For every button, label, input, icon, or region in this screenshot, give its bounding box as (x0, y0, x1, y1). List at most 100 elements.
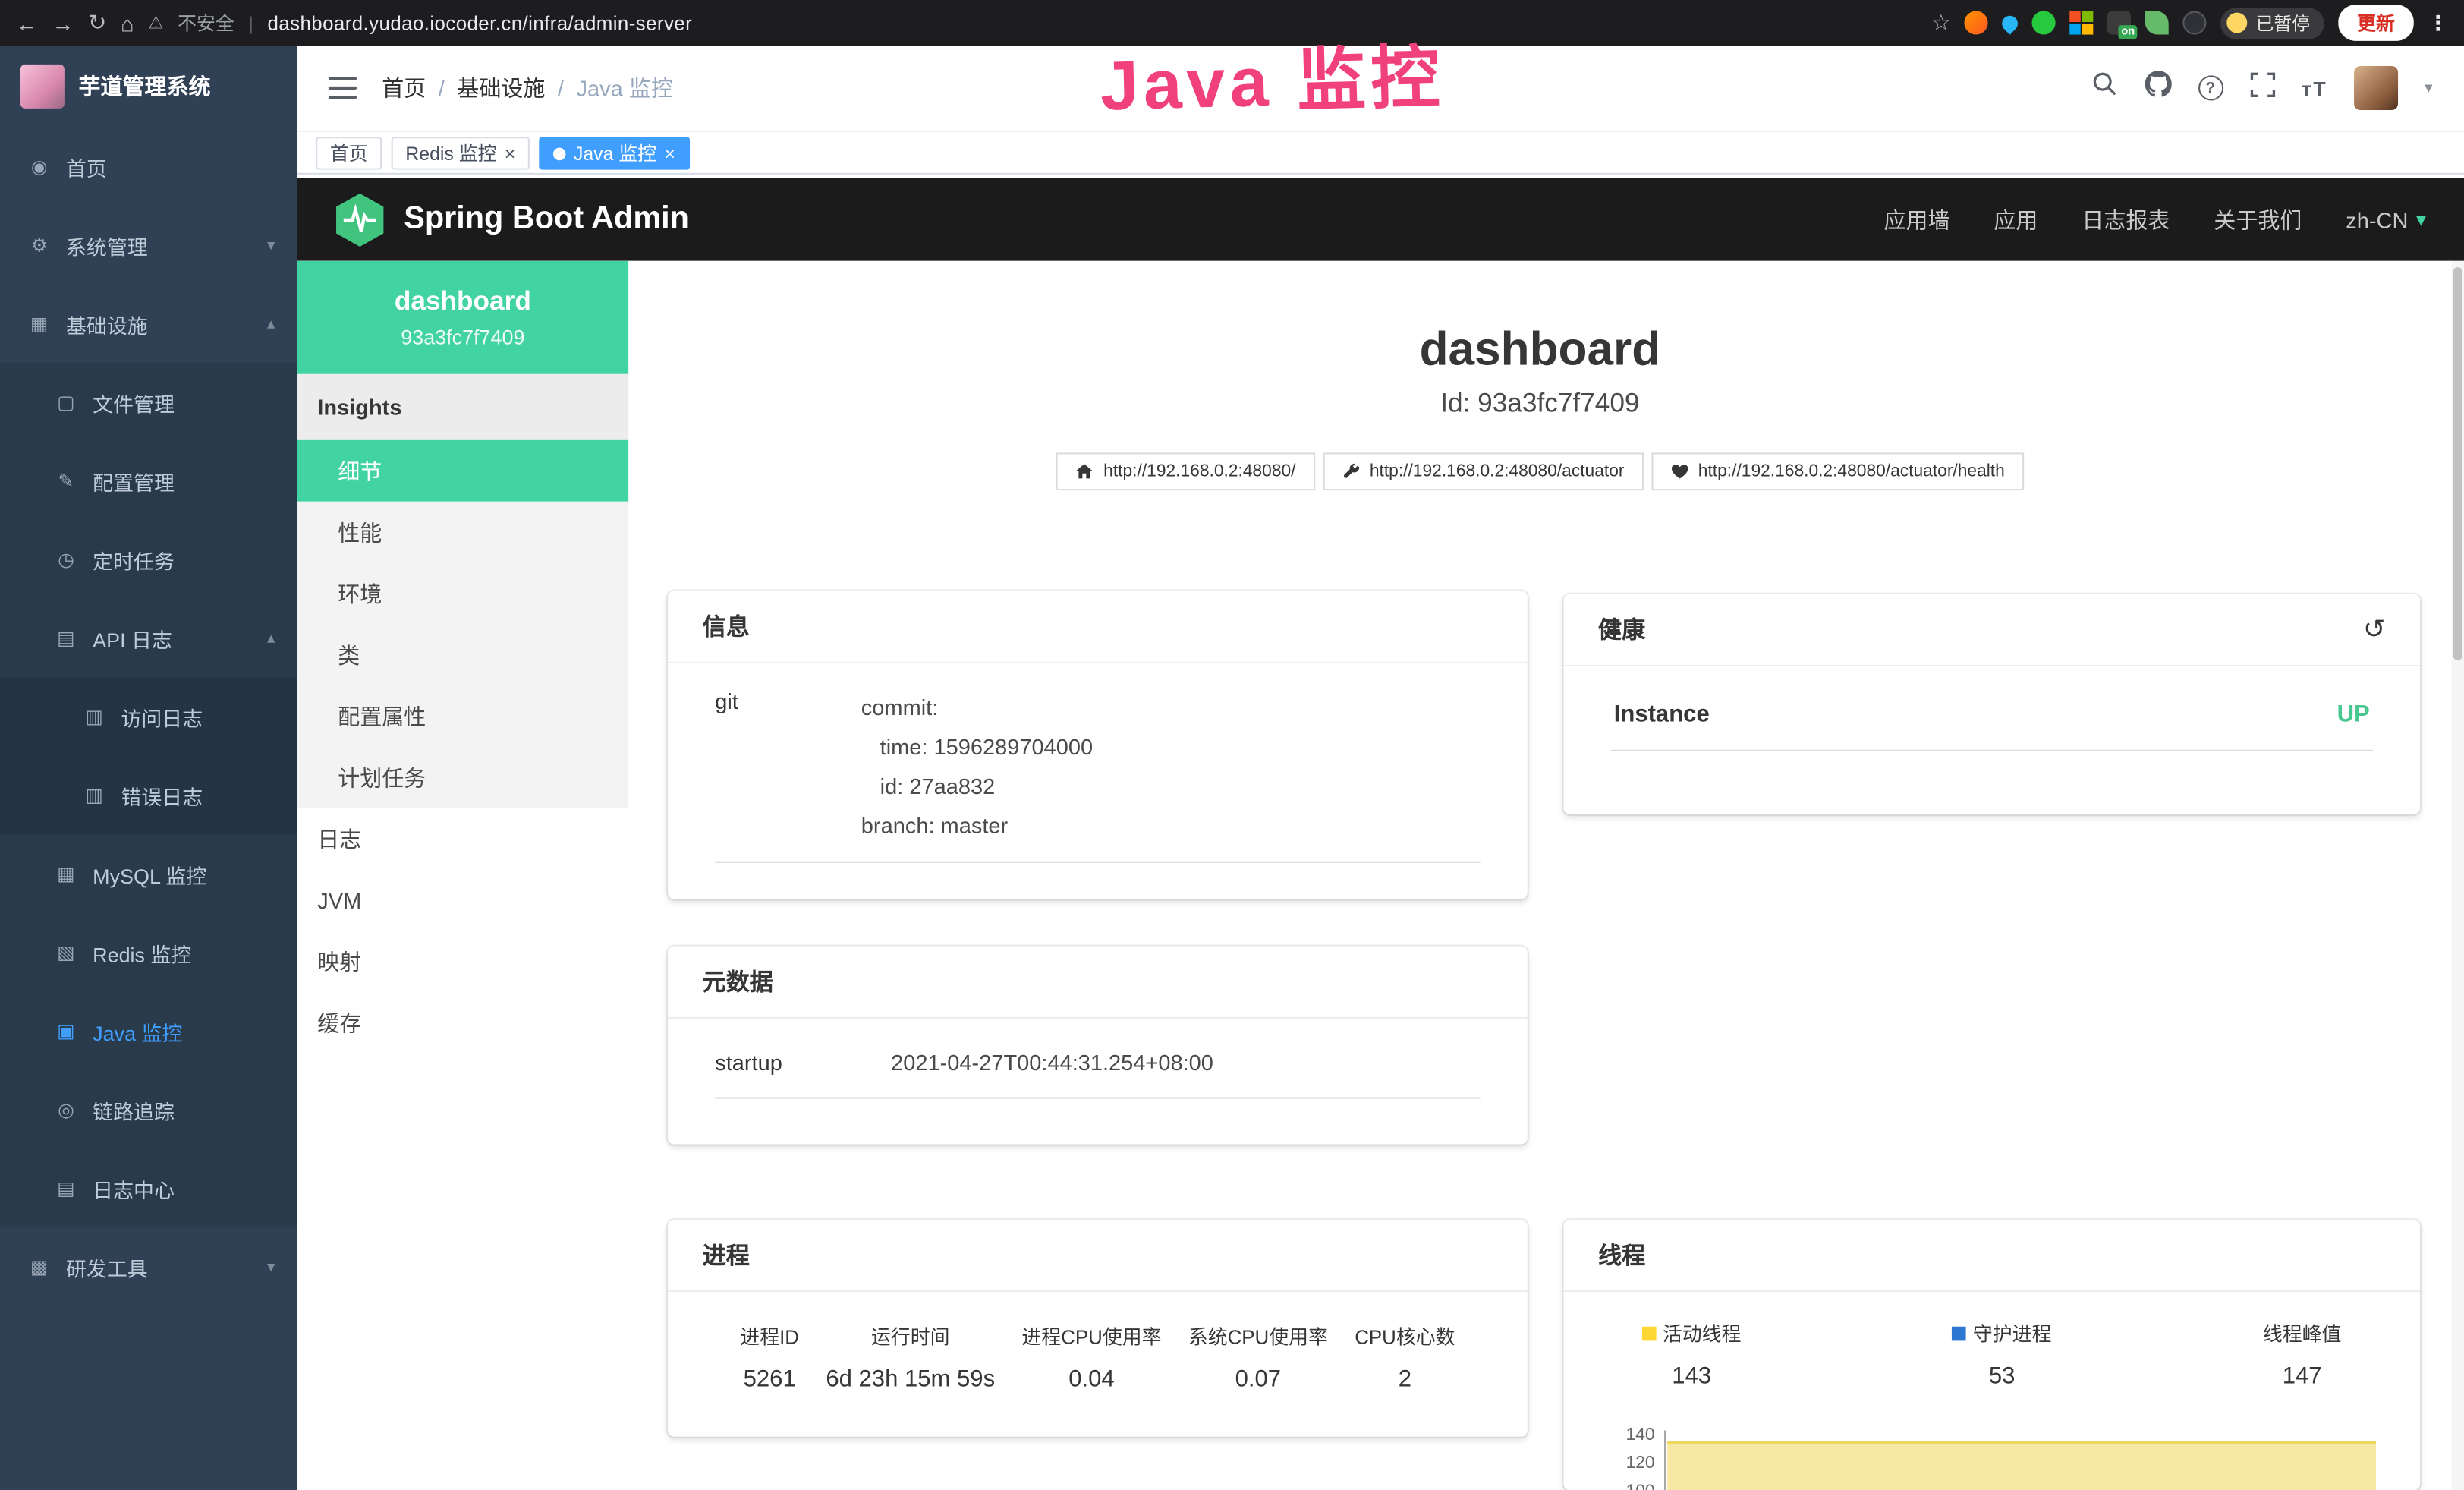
service-url-link[interactable]: http://192.168.0.2:48080/ (1056, 452, 1314, 490)
home-button[interactable]: ⌂ (121, 10, 134, 35)
sba-brand[interactable]: Spring Boot Admin (335, 191, 689, 248)
extension-icon-orange[interactable] (1965, 11, 1989, 34)
search-button[interactable] (2091, 71, 2118, 106)
help-button[interactable]: ? (2198, 75, 2223, 100)
active-dot (553, 147, 566, 160)
instance-block[interactable]: dashboard 93a3fc7f7409 (297, 261, 628, 374)
threads-card-header: 线程 (1563, 1220, 2420, 1292)
mysql-icon: ▦ (53, 863, 78, 885)
url-divider: | (248, 12, 253, 34)
fullscreen-button[interactable] (2250, 71, 2275, 104)
sba-item-classes[interactable]: 类 (297, 624, 628, 685)
page-title: dashboard (628, 324, 2451, 377)
caret-down-icon[interactable]: ▾ (2425, 80, 2432, 97)
sba-item-scheduledtasks[interactable]: 计划任务 (297, 747, 628, 808)
sidebar-item-log-center[interactable]: ▤ 日志中心 (0, 1149, 297, 1228)
sidebar-item-api-logs[interactable]: ▤ API 日志 ▴ (0, 599, 297, 678)
font-size-button[interactable]: тT (2302, 76, 2327, 99)
extension-icon-leaf[interactable] (2146, 11, 2170, 34)
sba-item-details[interactable]: 细节 (297, 440, 628, 502)
history-icon[interactable]: ↺ (2363, 614, 2386, 645)
sba-item-metrics[interactable]: 性能 (297, 502, 628, 563)
extension-icon-green[interactable] (2033, 11, 2056, 34)
bookmark-star-icon[interactable]: ☆ (1931, 9, 1951, 36)
collapse-sidebar-button[interactable] (329, 77, 357, 99)
update-button[interactable]: 更新 (2338, 5, 2413, 41)
sidebar-item-scheduled-tasks[interactable]: ◷ 定时任务 (0, 520, 297, 599)
health-url-link[interactable]: http://192.168.0.2:48080/actuator/health (1651, 452, 2024, 490)
sba-nav-applications[interactable]: 应用 (1994, 203, 2038, 235)
reload-button[interactable]: ↻ (88, 9, 106, 36)
app-logo[interactable]: 芋道管理系统 (0, 46, 297, 128)
sidebar-item-mysql-monitor[interactable]: ▦ MySQL 监控 (0, 835, 297, 914)
instance-name: dashboard (297, 286, 628, 317)
breadcrumb-separator: / (558, 75, 564, 100)
stat-pid: 进程ID 5261 (740, 1320, 799, 1392)
sidebar-item-config-mgmt[interactable]: ✎ 配置管理 (0, 442, 297, 521)
extension-icon-dark[interactable] (2183, 11, 2207, 34)
actuator-url-link[interactable]: http://192.168.0.2:48080/actuator (1323, 452, 1644, 490)
breadcrumb-item-home[interactable]: 首页 (382, 72, 426, 103)
metadata-card-header: 元数据 (668, 947, 1528, 1019)
info-card-header: 信息 (668, 591, 1528, 663)
scrollbar[interactable] (2451, 261, 2464, 1490)
address-bar[interactable]: dashboard.yudao.iocoder.cn/infra/admin-s… (267, 12, 692, 34)
sidebar-item-access-logs[interactable]: ▥ 访问日志 (0, 678, 297, 757)
chevron-down-icon: ▾ (267, 1258, 275, 1276)
sba-nav-wallboard[interactable]: 应用墙 (1883, 203, 1949, 235)
threads-card-body: 活动线程 143 守护进程 53 线程峰值 147 140 120 100 (1563, 1292, 2420, 1490)
sba-nav-journal[interactable]: 日志报表 (2082, 203, 2170, 235)
process-card: 进程 进程ID 5261 运行时间 6d 23h 15m 59s 进程CPU使用… (668, 1220, 1528, 1437)
sba-item-logs[interactable]: 日志 (297, 808, 628, 869)
extension-icon-grid[interactable] (2070, 11, 2094, 34)
sidebar-item-home[interactable]: ◉ 首页 (0, 128, 297, 206)
close-icon[interactable]: × (664, 143, 675, 162)
threads-chart: 140 120 100 (1601, 1427, 2382, 1490)
scrollbar-thumb[interactable] (2453, 267, 2462, 660)
github-button[interactable] (2145, 71, 2171, 106)
security-label[interactable]: 不安全 (178, 9, 234, 36)
sidebar-item-java-monitor[interactable]: ▣ Java 监控 (0, 992, 297, 1071)
status-badge: UP (2337, 701, 2370, 728)
sidebar-item-redis-monitor[interactable]: ▧ Redis 监控 (0, 913, 297, 992)
page-subtitle: Id: 93a3fc7f7409 (628, 388, 2451, 419)
sidebar-item-devtools[interactable]: ▩ 研发工具 ▾ (0, 1227, 297, 1306)
sba-item-environment[interactable]: 环境 (297, 562, 628, 624)
health-card-header: 健康 ↺ (1563, 594, 2420, 666)
avatar[interactable] (2354, 66, 2398, 110)
extension-icon-on[interactable]: on (2108, 11, 2132, 34)
health-instance-label: Instance (1614, 701, 1710, 728)
close-icon[interactable]: × (505, 143, 516, 162)
sba-item-configprops[interactable]: 配置属性 (297, 685, 628, 747)
sidebar-item-file-mgmt[interactable]: ▢ 文件管理 (0, 363, 297, 442)
trace-icon: ◎ (53, 1098, 78, 1120)
table-row: Instance UP (1611, 691, 2373, 751)
extension-icon-drop[interactable] (2000, 11, 2022, 33)
browser-menu-button[interactable]: ⋮ (2428, 10, 2448, 35)
sidebar-item-infrastructure[interactable]: ▦ 基础设施 ▴ (0, 285, 297, 364)
tab-java-monitor[interactable]: Java 监控 × (539, 137, 689, 169)
chart-plot-area (1664, 1430, 2376, 1490)
sba-item-caches[interactable]: 缓存 (297, 992, 628, 1054)
health-card-body: Instance UP (1563, 666, 2420, 777)
sidebar-item-error-logs[interactable]: ▥ 错误日志 (0, 756, 297, 835)
file-icon: ▢ (53, 392, 78, 414)
sba-item-mappings[interactable]: 映射 (297, 931, 628, 992)
tab-redis-monitor[interactable]: Redis 监控 × (392, 137, 530, 169)
sba-item-jvm[interactable]: JVM (297, 869, 628, 931)
back-button[interactable]: ← (16, 10, 38, 35)
sidebar-item-trace[interactable]: ◎ 链路追踪 (0, 1070, 297, 1149)
stat-system-cpu: 系统CPU使用率 0.07 (1188, 1320, 1328, 1392)
paused-badge[interactable]: 已暂停 (2221, 7, 2324, 38)
locale-select[interactable]: zh-CN ▾ (2346, 206, 2426, 232)
log-center-icon: ▤ (53, 1177, 78, 1199)
tab-home[interactable]: 首页 (316, 137, 382, 169)
chevron-down-icon: ▾ (2416, 206, 2427, 232)
y-axis-tick: 120 (1601, 1456, 1654, 1473)
info-row-label: git (715, 688, 861, 846)
sidebar-item-system-mgmt[interactable]: ⚙ 系统管理 ▾ (0, 206, 297, 285)
sba-brand-title: Spring Boot Admin (404, 201, 689, 238)
forward-button[interactable]: → (52, 10, 74, 35)
sba-nav-about[interactable]: 关于我们 (2214, 203, 2302, 235)
breadcrumb-item-infrastructure[interactable]: 基础设施 (457, 72, 545, 103)
